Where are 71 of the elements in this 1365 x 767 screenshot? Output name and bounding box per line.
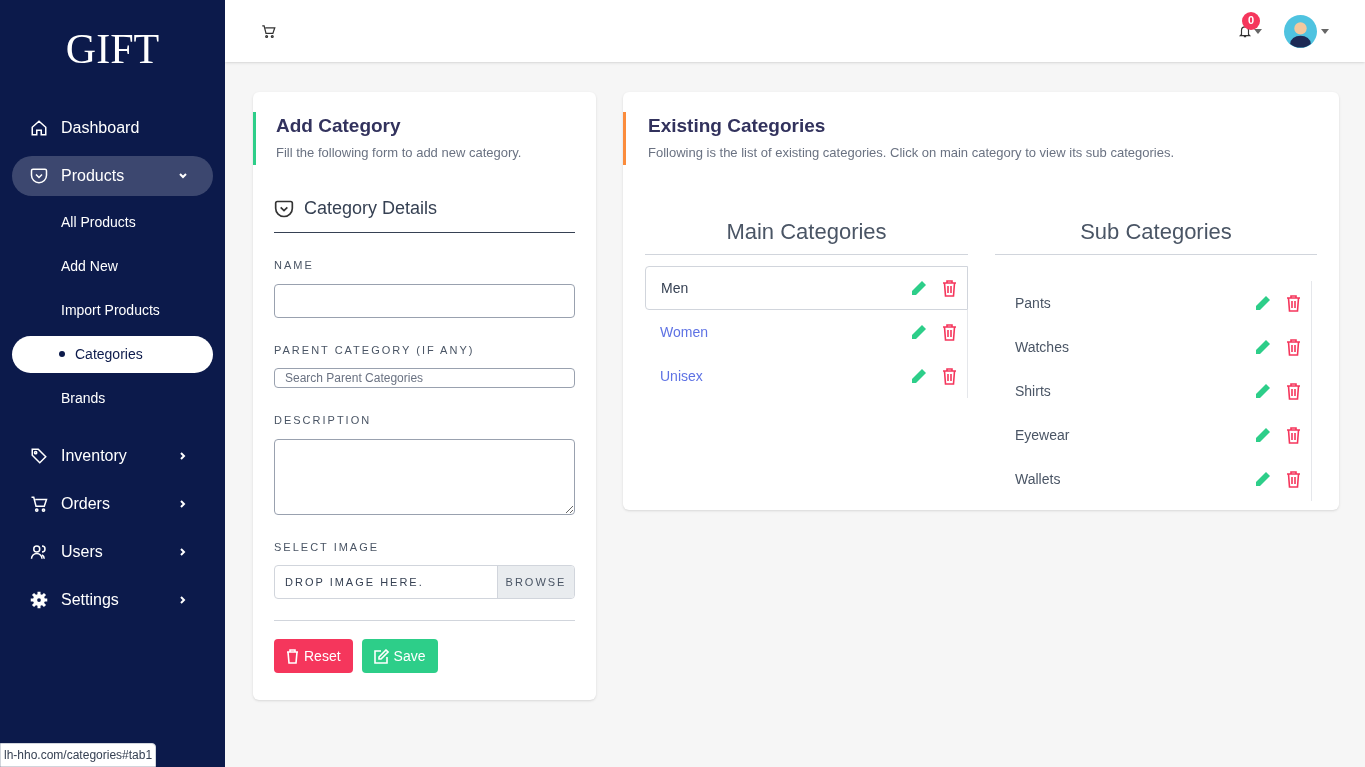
pocket-icon — [274, 198, 294, 219]
trash-icon[interactable] — [1286, 470, 1301, 488]
chevron-icon — [178, 547, 188, 557]
pencil-icon[interactable] — [1254, 338, 1271, 356]
pencil-icon[interactable] — [1254, 382, 1271, 400]
trash-icon[interactable] — [942, 279, 957, 297]
subcategory-name[interactable]: Watches — [1015, 336, 1239, 358]
pencil-icon[interactable] — [910, 323, 927, 341]
chevron-icon — [178, 451, 188, 461]
users-icon — [30, 543, 48, 561]
cart-icon — [30, 495, 48, 513]
settings-icon — [30, 591, 48, 609]
subcategory-name[interactable]: Shirts — [1015, 380, 1239, 402]
card-subtitle: Fill the following form to add new category. — [276, 143, 523, 162]
category-row[interactable]: Men — [645, 266, 968, 310]
input-field[interactable]: Search Parent Categories — [274, 368, 575, 388]
pencil-icon[interactable] — [1254, 294, 1271, 312]
pencil-icon[interactable] — [910, 367, 927, 385]
caret-icon — [1321, 28, 1329, 34]
nav-item[interactable]: Settings — [12, 580, 213, 620]
nav-item[interactable]: Users — [12, 532, 213, 572]
field-label: NAME — [274, 258, 315, 273]
status-url: lh-hho.com/categories#tab1 — [0, 743, 157, 767]
nav-item[interactable]: Inventory — [12, 436, 213, 476]
submenu-item[interactable]: Brands — [12, 379, 213, 417]
subcategory-name[interactable]: Wallets — [1015, 468, 1239, 490]
notification-badge: 0 — [1242, 11, 1260, 30]
column-heading: Main Categories — [645, 215, 968, 255]
field-label: SELECT IMAGE — [274, 539, 381, 555]
section-title: Category Details — [304, 197, 438, 220]
home-icon — [30, 119, 48, 137]
avatar-icon[interactable] — [1284, 14, 1317, 48]
caret-icon — [1254, 28, 1262, 34]
pencil-icon[interactable] — [1254, 426, 1271, 444]
chevron-icon — [178, 595, 188, 605]
chevron-icon — [178, 171, 188, 181]
description-field[interactable] — [274, 438, 575, 515]
submenu-item[interactable]: Categories — [12, 335, 213, 373]
column-heading: Sub Categories — [995, 215, 1317, 255]
field-label: PARENT CATEGORY (IF ANY) — [274, 342, 476, 358]
field-label: DESCRIPTION — [274, 413, 373, 428]
nav-item[interactable]: Products — [12, 156, 213, 196]
chevron-icon — [178, 499, 188, 509]
trash-icon[interactable] — [1286, 338, 1301, 356]
submenu-item[interactable]: Add New — [12, 247, 213, 285]
pencil-icon[interactable] — [910, 279, 927, 297]
trash-icon[interactable] — [1286, 294, 1301, 312]
subcategory-name[interactable]: Pants — [1015, 292, 1239, 314]
category-row[interactable]: Unisex — [645, 354, 968, 398]
trash-icon[interactable] — [942, 367, 957, 385]
cart-icon[interactable] — [261, 23, 276, 39]
pocket-icon — [30, 167, 48, 185]
trash-icon[interactable] — [1286, 426, 1301, 444]
category-row[interactable]: Women — [645, 310, 968, 354]
trash-icon[interactable] — [942, 323, 957, 341]
submenu-item[interactable]: All Products — [12, 203, 213, 241]
edit-icon — [373, 648, 389, 664]
input-field[interactable] — [274, 283, 575, 318]
trash-icon — [286, 648, 299, 664]
card-title: Add Category — [276, 114, 402, 138]
reset-button[interactable]: Reset — [274, 639, 353, 673]
subcategory-name[interactable]: Eyewear — [1015, 424, 1239, 446]
card-subtitle: Following is the list of existing categories. Click on main category to view its sub categories. — [648, 143, 1175, 162]
trash-icon[interactable] — [1286, 382, 1301, 400]
submenu-item[interactable]: Import Products — [12, 291, 213, 329]
pencil-icon[interactable] — [1254, 470, 1271, 488]
tag-icon — [30, 447, 48, 465]
nav-item[interactable]: Orders — [12, 484, 213, 524]
card-title: Existing Categories — [648, 114, 827, 138]
nav-item[interactable]: Dashboard — [12, 108, 213, 148]
logo: GIFT — [65, 28, 160, 70]
